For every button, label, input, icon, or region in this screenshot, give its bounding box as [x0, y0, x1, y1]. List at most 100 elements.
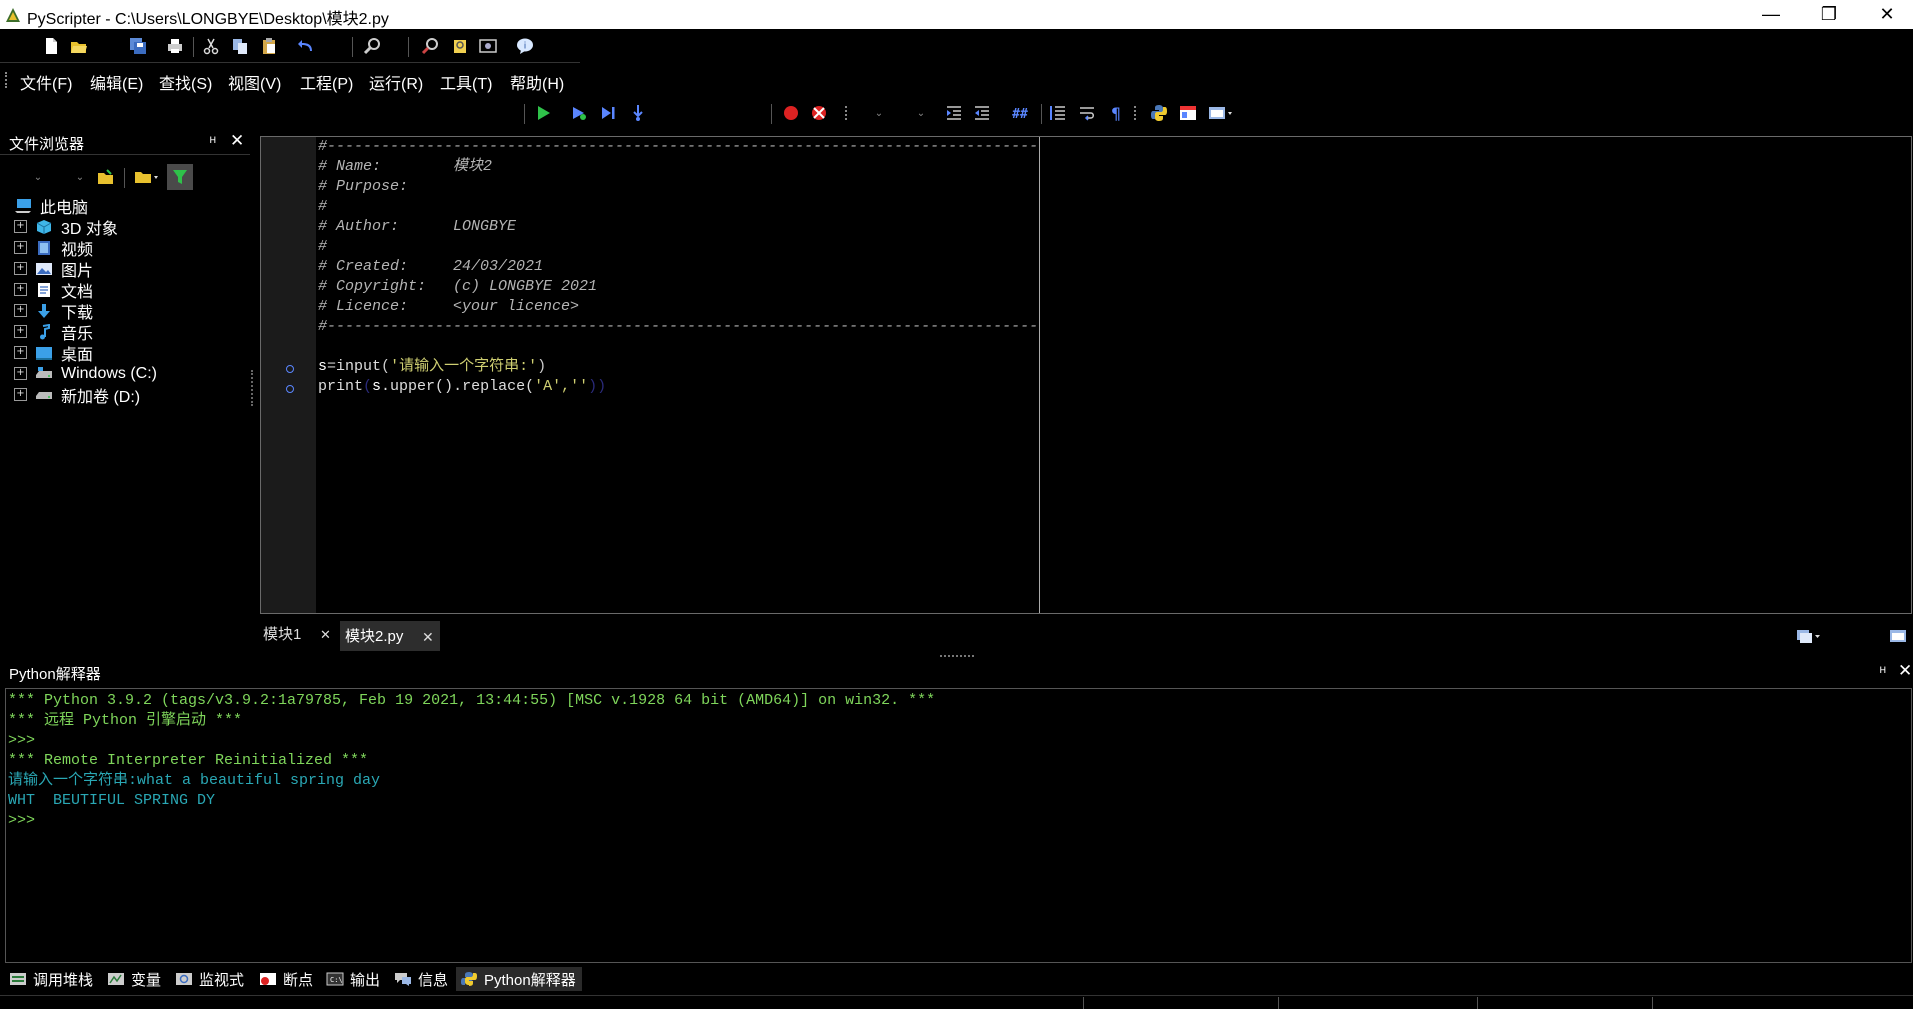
- interpreter-close-button[interactable]: ✕: [1898, 661, 1912, 681]
- comment-icon[interactable]: ##: [1009, 102, 1031, 124]
- tree-item-videos[interactable]: + 视频: [14, 237, 93, 259]
- print-icon[interactable]: [164, 35, 186, 57]
- editor-text-area[interactable]: [316, 137, 1911, 613]
- title-bar: PyScripter - C:\Users\LONGBYE\Desktop\模块…: [0, 0, 1913, 29]
- watches-icon: [176, 973, 192, 985]
- menu-view[interactable]: 视图(V): [228, 70, 281, 94]
- toolbar-separator: [771, 104, 772, 124]
- tree-root-this-pc[interactable]: 此电脑: [14, 195, 88, 217]
- run-to-cursor-icon[interactable]: [597, 102, 619, 124]
- editor-gutter[interactable]: [261, 137, 316, 613]
- document-icon: [38, 282, 50, 297]
- pin-icon[interactable]: ᴴ: [210, 134, 216, 149]
- tree-item-music[interactable]: + 音乐: [14, 321, 93, 343]
- maximize-button[interactable]: ❐: [1800, 0, 1858, 29]
- window-layout-dropdown-icon[interactable]: [1206, 102, 1236, 124]
- tab-module1[interactable]: 模块1: [263, 621, 301, 651]
- clear-breakpoints-icon[interactable]: [808, 102, 830, 124]
- toggle-breakpoint-icon[interactable]: [780, 102, 802, 124]
- pin-icon[interactable]: ᴴ: [1880, 664, 1886, 679]
- layout-icon[interactable]: [1177, 102, 1199, 124]
- filter-icon[interactable]: [167, 164, 193, 190]
- step-into-icon[interactable]: [627, 102, 649, 124]
- tab-close-icon[interactable]: ✕: [320, 621, 331, 651]
- expand-icon[interactable]: +: [14, 388, 27, 401]
- tree-item-documents[interactable]: + 文档: [14, 279, 93, 301]
- run-icon[interactable]: [532, 102, 554, 124]
- debug-icon[interactable]: [568, 102, 590, 124]
- menu-tools[interactable]: 工具(T): [440, 70, 492, 94]
- menu-run[interactable]: 运行(R): [369, 70, 423, 94]
- cut-icon[interactable]: [200, 35, 222, 57]
- executable-line-marker[interactable]: [286, 365, 294, 373]
- expand-icon[interactable]: +: [14, 220, 27, 233]
- close-button[interactable]: ✕: [1858, 0, 1913, 29]
- menu-help[interactable]: 帮助(H): [510, 70, 564, 94]
- replace-icon[interactable]: [449, 35, 471, 57]
- menu-project[interactable]: 工程(P): [300, 70, 353, 94]
- expand-icon[interactable]: +: [14, 262, 27, 275]
- expand-icon[interactable]: +: [14, 241, 27, 254]
- word-wrap-icon[interactable]: [1076, 102, 1098, 124]
- code-line: # Name: 模块2: [318, 158, 493, 175]
- interpreter-console[interactable]: *** Python 3.9.2 (tags/v3.9.2:1a79785, F…: [5, 688, 1912, 963]
- open-file-icon[interactable]: [68, 35, 90, 57]
- svg-text:C:\: C:\: [330, 976, 343, 984]
- find-icon[interactable]: [361, 35, 383, 57]
- expand-icon[interactable]: +: [14, 367, 27, 380]
- python-engine-icon[interactable]: [1148, 102, 1170, 124]
- tab-variables[interactable]: 变量: [107, 967, 161, 991]
- back-dropdown-icon[interactable]: ⌄: [30, 166, 46, 188]
- paste-icon[interactable]: [258, 35, 280, 57]
- tab-close-icon[interactable]: ✕: [422, 621, 434, 651]
- undo-icon[interactable]: [295, 35, 317, 57]
- toolbar-separator: [193, 37, 194, 57]
- screenshot-icon[interactable]: [477, 35, 499, 57]
- chevron-down-icon[interactable]: ⌄: [914, 102, 928, 124]
- tab-call-stack[interactable]: 调用堆栈: [9, 967, 93, 991]
- dedent-icon[interactable]: [971, 102, 993, 124]
- forward-dropdown-icon[interactable]: ⌄: [72, 166, 88, 188]
- minimize-button[interactable]: —: [1742, 0, 1800, 29]
- explorer-splitter[interactable]: [251, 370, 256, 406]
- code-editor[interactable]: #---------------------------------------…: [260, 136, 1912, 614]
- tree-item-3d-objects[interactable]: + 3D 对象: [14, 216, 118, 238]
- window-list-icon[interactable]: [1887, 625, 1909, 647]
- tab-list-dropdown-icon[interactable]: [1793, 625, 1825, 647]
- menu-file[interactable]: 文件(F): [20, 70, 72, 94]
- drive-icon: [36, 391, 52, 399]
- browse-folder-icon[interactable]: [95, 166, 117, 188]
- chevron-down-icon[interactable]: ⌄: [872, 102, 886, 124]
- executable-line-marker[interactable]: [286, 385, 294, 393]
- tab-breakpoints[interactable]: 断点: [259, 967, 313, 991]
- new-file-icon[interactable]: [40, 35, 62, 57]
- show-whitespace-icon[interactable]: ¶: [1105, 102, 1127, 124]
- help-icon[interactable]: i: [514, 35, 536, 57]
- expand-icon[interactable]: +: [14, 346, 27, 359]
- expand-icon[interactable]: +: [14, 283, 27, 296]
- panel-splitter[interactable]: [940, 655, 974, 660]
- tab-messages[interactable]: 信息: [394, 967, 448, 991]
- tab-watches[interactable]: 监视式: [175, 967, 244, 991]
- folder-view-dropdown-icon[interactable]: [132, 166, 162, 188]
- tree-item-pictures[interactable]: + 图片: [14, 258, 93, 280]
- call-stack-icon: [10, 973, 26, 985]
- save-all-icon[interactable]: [127, 35, 149, 57]
- copy-icon[interactable]: [229, 35, 251, 57]
- tab-output[interactable]: C:\ 输出: [326, 967, 380, 991]
- tree-item-downloads[interactable]: + 下载: [14, 300, 93, 322]
- tree-item-drive-c[interactable]: + Windows (C:): [14, 363, 157, 384]
- indent-icon[interactable]: [943, 102, 965, 124]
- toolbar-separator: [1041, 104, 1042, 124]
- menu-edit[interactable]: 编辑(E): [90, 70, 143, 94]
- expand-icon[interactable]: +: [14, 325, 27, 338]
- find-in-files-icon[interactable]: [419, 35, 441, 57]
- menu-search[interactable]: 查找(S): [159, 70, 212, 94]
- code-token: .upper(): [381, 378, 454, 395]
- tree-item-desktop[interactable]: + 桌面: [14, 342, 93, 364]
- tree-item-drive-d[interactable]: + 新加卷 (D:): [14, 384, 140, 406]
- explorer-close-button[interactable]: ✕: [230, 131, 244, 151]
- line-numbers-icon[interactable]: [1047, 102, 1069, 124]
- expand-icon[interactable]: +: [14, 304, 27, 317]
- tab-python-interpreter[interactable]: Python解释器: [456, 967, 582, 991]
